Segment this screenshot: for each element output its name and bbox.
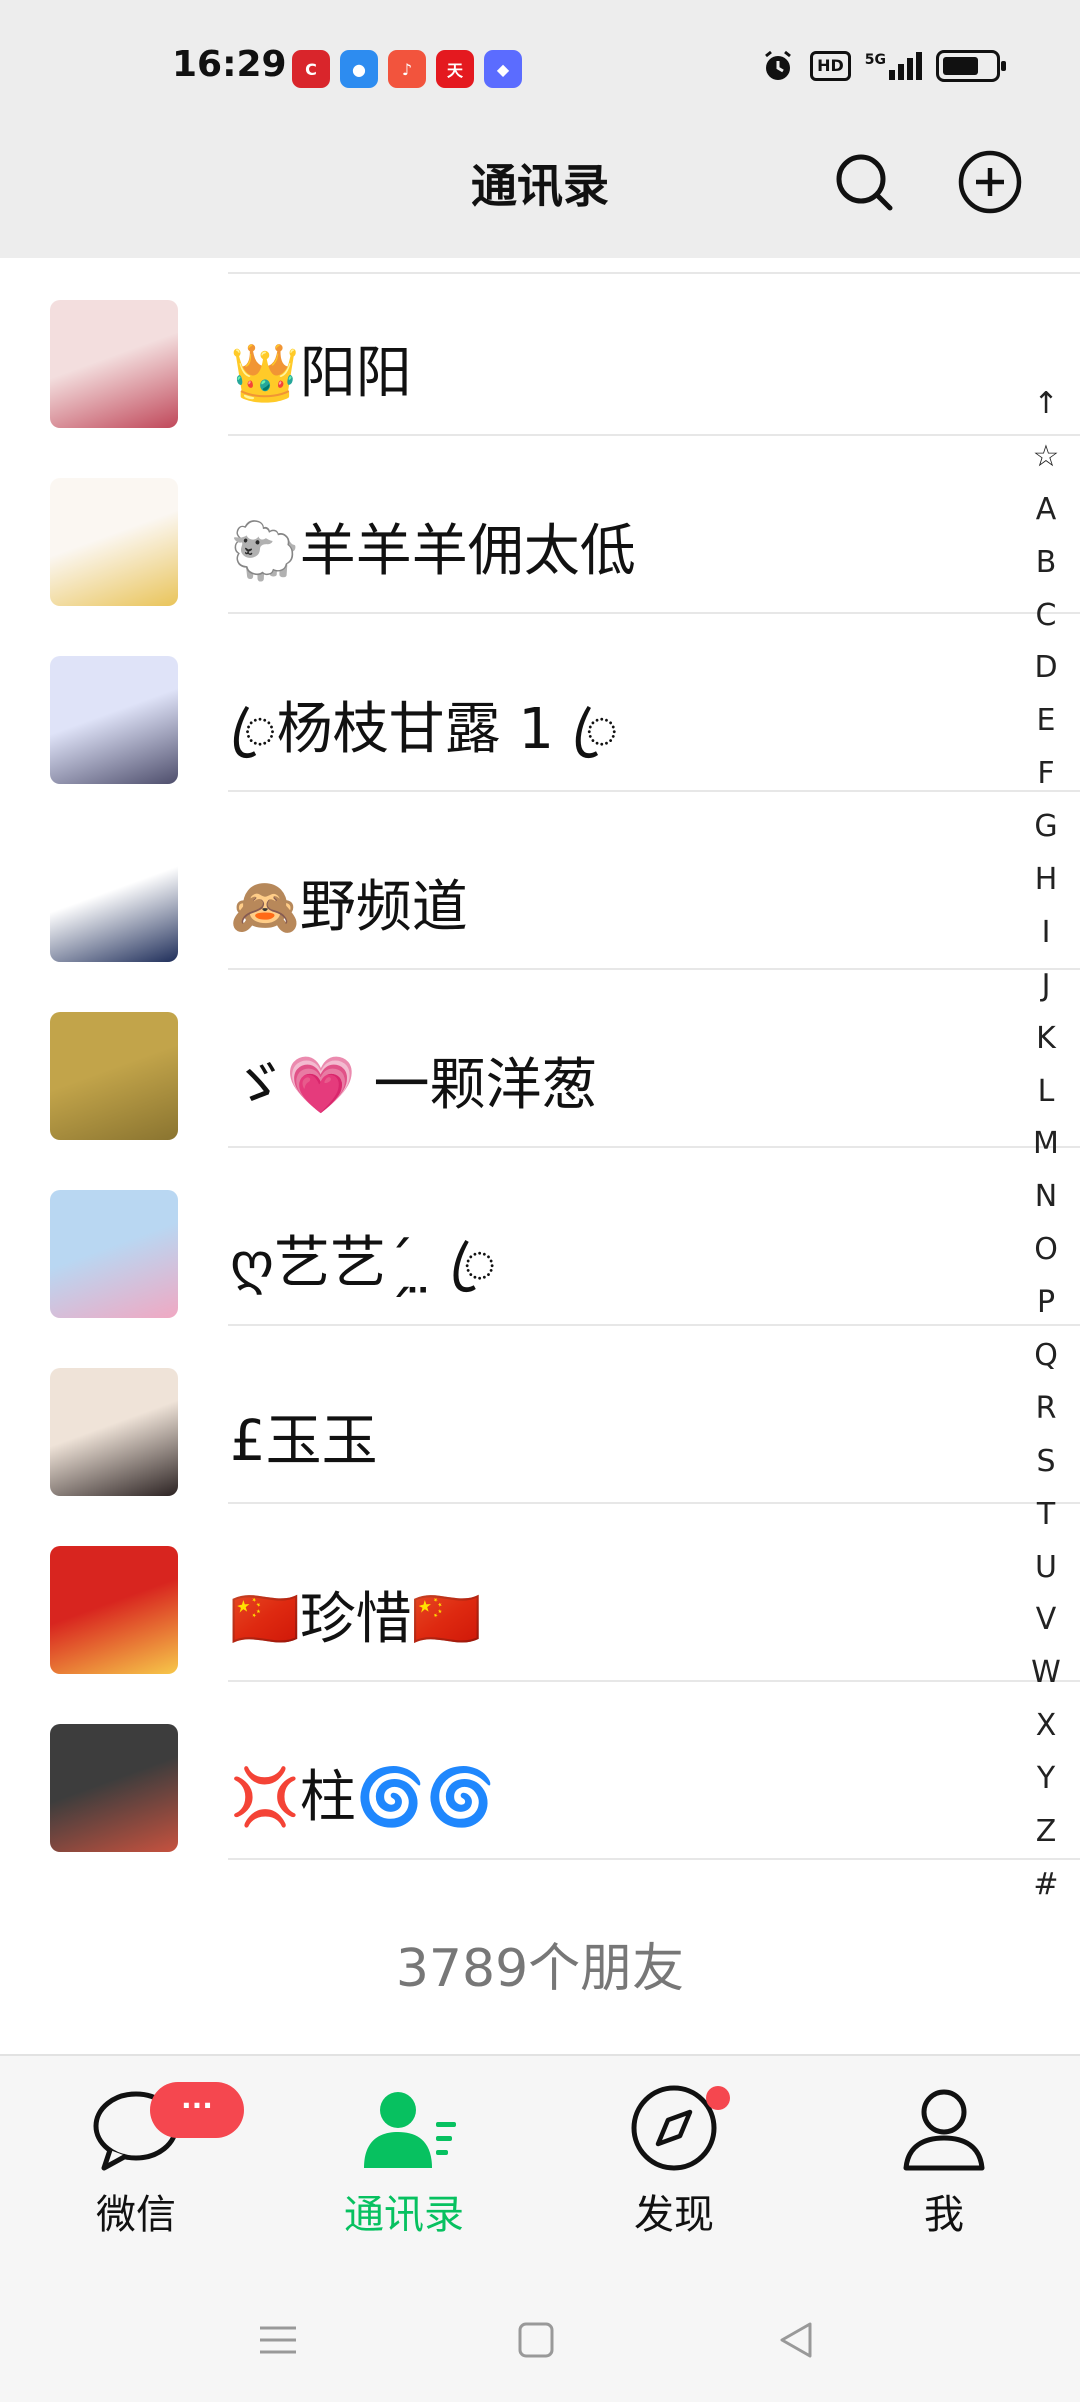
contact-avatar: [50, 834, 178, 962]
index-letter[interactable]: A: [1036, 484, 1057, 537]
alarm-icon: [765, 50, 792, 80]
notification-icons: C ● ♪ 天 ◆: [292, 50, 522, 88]
contact-row[interactable]: 🇨🇳珍惜🇨🇳: [0, 1504, 1080, 1682]
index-letter[interactable]: W: [1031, 1647, 1061, 1700]
browser-app-icon: ●: [340, 50, 378, 88]
contact-row[interactable]: ღ艺艺ˊ̗ ̤ ꦿ: [0, 1148, 1080, 1326]
contact-name: 👑阳阳: [230, 341, 412, 406]
index-letter[interactable]: B: [1036, 537, 1057, 590]
contact-avatar: [50, 1546, 178, 1674]
contact-name: ꦿ杨枝甘露 1 ꦿ: [230, 697, 619, 762]
add-button[interactable]: [956, 148, 1024, 216]
contact-row[interactable]: ꦿ杨枝甘露 1 ꦿ: [0, 614, 1080, 792]
tab-label-discover: 发现: [634, 2192, 714, 2238]
contact-avatar: [50, 1368, 178, 1496]
contact-avatar: [50, 300, 178, 428]
system-home-button[interactable]: [506, 2310, 566, 2370]
index-letter[interactable]: M: [1033, 1118, 1059, 1171]
index-letter[interactable]: Y: [1037, 1753, 1055, 1806]
tab-label-wechat: 微信: [96, 2192, 176, 2238]
contact-list: 👑阳阳 🐑羊羊羊佣太低ꦿ杨枝甘露 1 ꦿ 🙈野频道ゞ💗 一颗洋葱 ღ艺艺ˊ̗ ̤ ꦿ £…: [0, 258, 1080, 1860]
index-letter[interactable]: L: [1038, 1066, 1055, 1119]
index-letter[interactable]: P: [1037, 1277, 1055, 1330]
search-icon: [836, 154, 893, 211]
shortcut-app-icon: ◆: [484, 50, 522, 88]
top-bar: 16:29 C ● ♪ 天 ◆ HD 5G 通讯录: [0, 0, 1080, 258]
index-letter[interactable]: K: [1036, 1013, 1056, 1066]
index-letter[interactable]: Q: [1034, 1330, 1058, 1383]
contact-row[interactable]: ゞ💗 一颗洋葱: [0, 970, 1080, 1148]
plus-circle-icon: [958, 150, 1022, 214]
contact-avatar: [50, 1190, 178, 1318]
index-letter[interactable]: O: [1034, 1224, 1058, 1277]
index-letter[interactable]: E: [1037, 695, 1056, 748]
contact-avatar: [50, 478, 178, 606]
contact-row[interactable]: 👑阳阳: [0, 258, 1080, 436]
contact-row[interactable]: £玉玉: [0, 1326, 1080, 1504]
contact-name: £玉玉: [230, 1409, 378, 1474]
index-letter[interactable]: C: [1036, 590, 1057, 643]
index-letter[interactable]: X: [1036, 1700, 1057, 1753]
contact-name: ゞ💗 一颗洋葱: [230, 1053, 598, 1118]
index-letter[interactable]: Z: [1036, 1806, 1057, 1859]
tab-label-me: 我: [924, 2192, 964, 2238]
contact-avatar: [50, 1012, 178, 1140]
index-letter[interactable]: I: [1042, 907, 1051, 960]
system-menu-button[interactable]: [248, 2310, 308, 2370]
contact-row[interactable]: 🙈野频道: [0, 792, 1080, 970]
tab-me[interactable]: 我: [844, 2084, 1044, 2238]
back-icon: [780, 2322, 812, 2358]
index-letter[interactable]: U: [1035, 1542, 1057, 1595]
discover-dot-badge: [706, 2086, 730, 2110]
status-bar: 16:29 C ● ♪ 天 ◆ HD 5G: [0, 0, 1080, 140]
index-letter[interactable]: S: [1036, 1436, 1055, 1489]
index-letter[interactable]: N: [1035, 1171, 1057, 1224]
index-letter[interactable]: V: [1036, 1594, 1057, 1647]
contact-name: ღ艺艺ˊ̗ ̤ ꦿ: [230, 1231, 497, 1296]
index-letter[interactable]: ☆: [1033, 431, 1060, 484]
contact-name: 🇨🇳珍惜🇨🇳: [230, 1587, 482, 1652]
index-letter[interactable]: J: [1042, 960, 1051, 1013]
unread-badge: ···: [150, 2082, 244, 2138]
music-app-icon: ♪: [388, 50, 426, 88]
index-letter[interactable]: F: [1037, 748, 1054, 801]
tab-label-contacts: 通讯录: [344, 2192, 464, 2238]
alphabet-index[interactable]: ↑ ☆ A B C D E F G H I J K L M N O P Q R S T U V W X Y Z #: [1026, 378, 1066, 1912]
system-status-icons: HD 5G: [760, 48, 1006, 84]
row-divider: [228, 1858, 1080, 1860]
tab-discover[interactable]: 发现: [574, 2084, 774, 2238]
tmall-app-icon: 天: [436, 50, 474, 88]
system-back-button[interactable]: [766, 2310, 826, 2370]
news-app-icon: C: [292, 50, 330, 88]
battery-icon: [936, 50, 1006, 82]
person-icon: [903, 2089, 985, 2171]
page-title: 通讯录: [471, 159, 609, 213]
contact-row[interactable]: 💢柱🌀🌀: [0, 1682, 1080, 1860]
tab-contacts[interactable]: 通讯录: [304, 2084, 504, 2238]
hd-icon: HD: [810, 51, 851, 81]
contacts-icon: [364, 2092, 456, 2168]
menu-icon: [260, 2326, 296, 2354]
signal-icon: 5G: [865, 52, 922, 80]
search-button[interactable]: [830, 148, 898, 216]
index-letter[interactable]: R: [1036, 1383, 1057, 1436]
status-time: 16:29: [172, 44, 287, 85]
contact-avatar: [50, 656, 178, 784]
home-icon: [518, 2322, 554, 2358]
index-letter[interactable]: G: [1034, 801, 1057, 854]
contact-count: 3789个朋友: [395, 1939, 685, 1999]
contact-name: 🙈野频道: [230, 875, 468, 940]
contact-name: 💢柱🌀🌀: [230, 1765, 496, 1830]
index-letter[interactable]: H: [1035, 854, 1058, 907]
contact-avatar: [50, 1724, 178, 1852]
contact-name: 🐑羊羊羊佣太低: [230, 519, 636, 584]
index-letter[interactable]: T: [1037, 1489, 1055, 1542]
index-letter[interactable]: ↑: [1033, 378, 1058, 431]
index-letter[interactable]: #: [1033, 1859, 1058, 1912]
contact-row[interactable]: 🐑羊羊羊佣太低: [0, 436, 1080, 614]
index-letter[interactable]: D: [1034, 642, 1057, 695]
